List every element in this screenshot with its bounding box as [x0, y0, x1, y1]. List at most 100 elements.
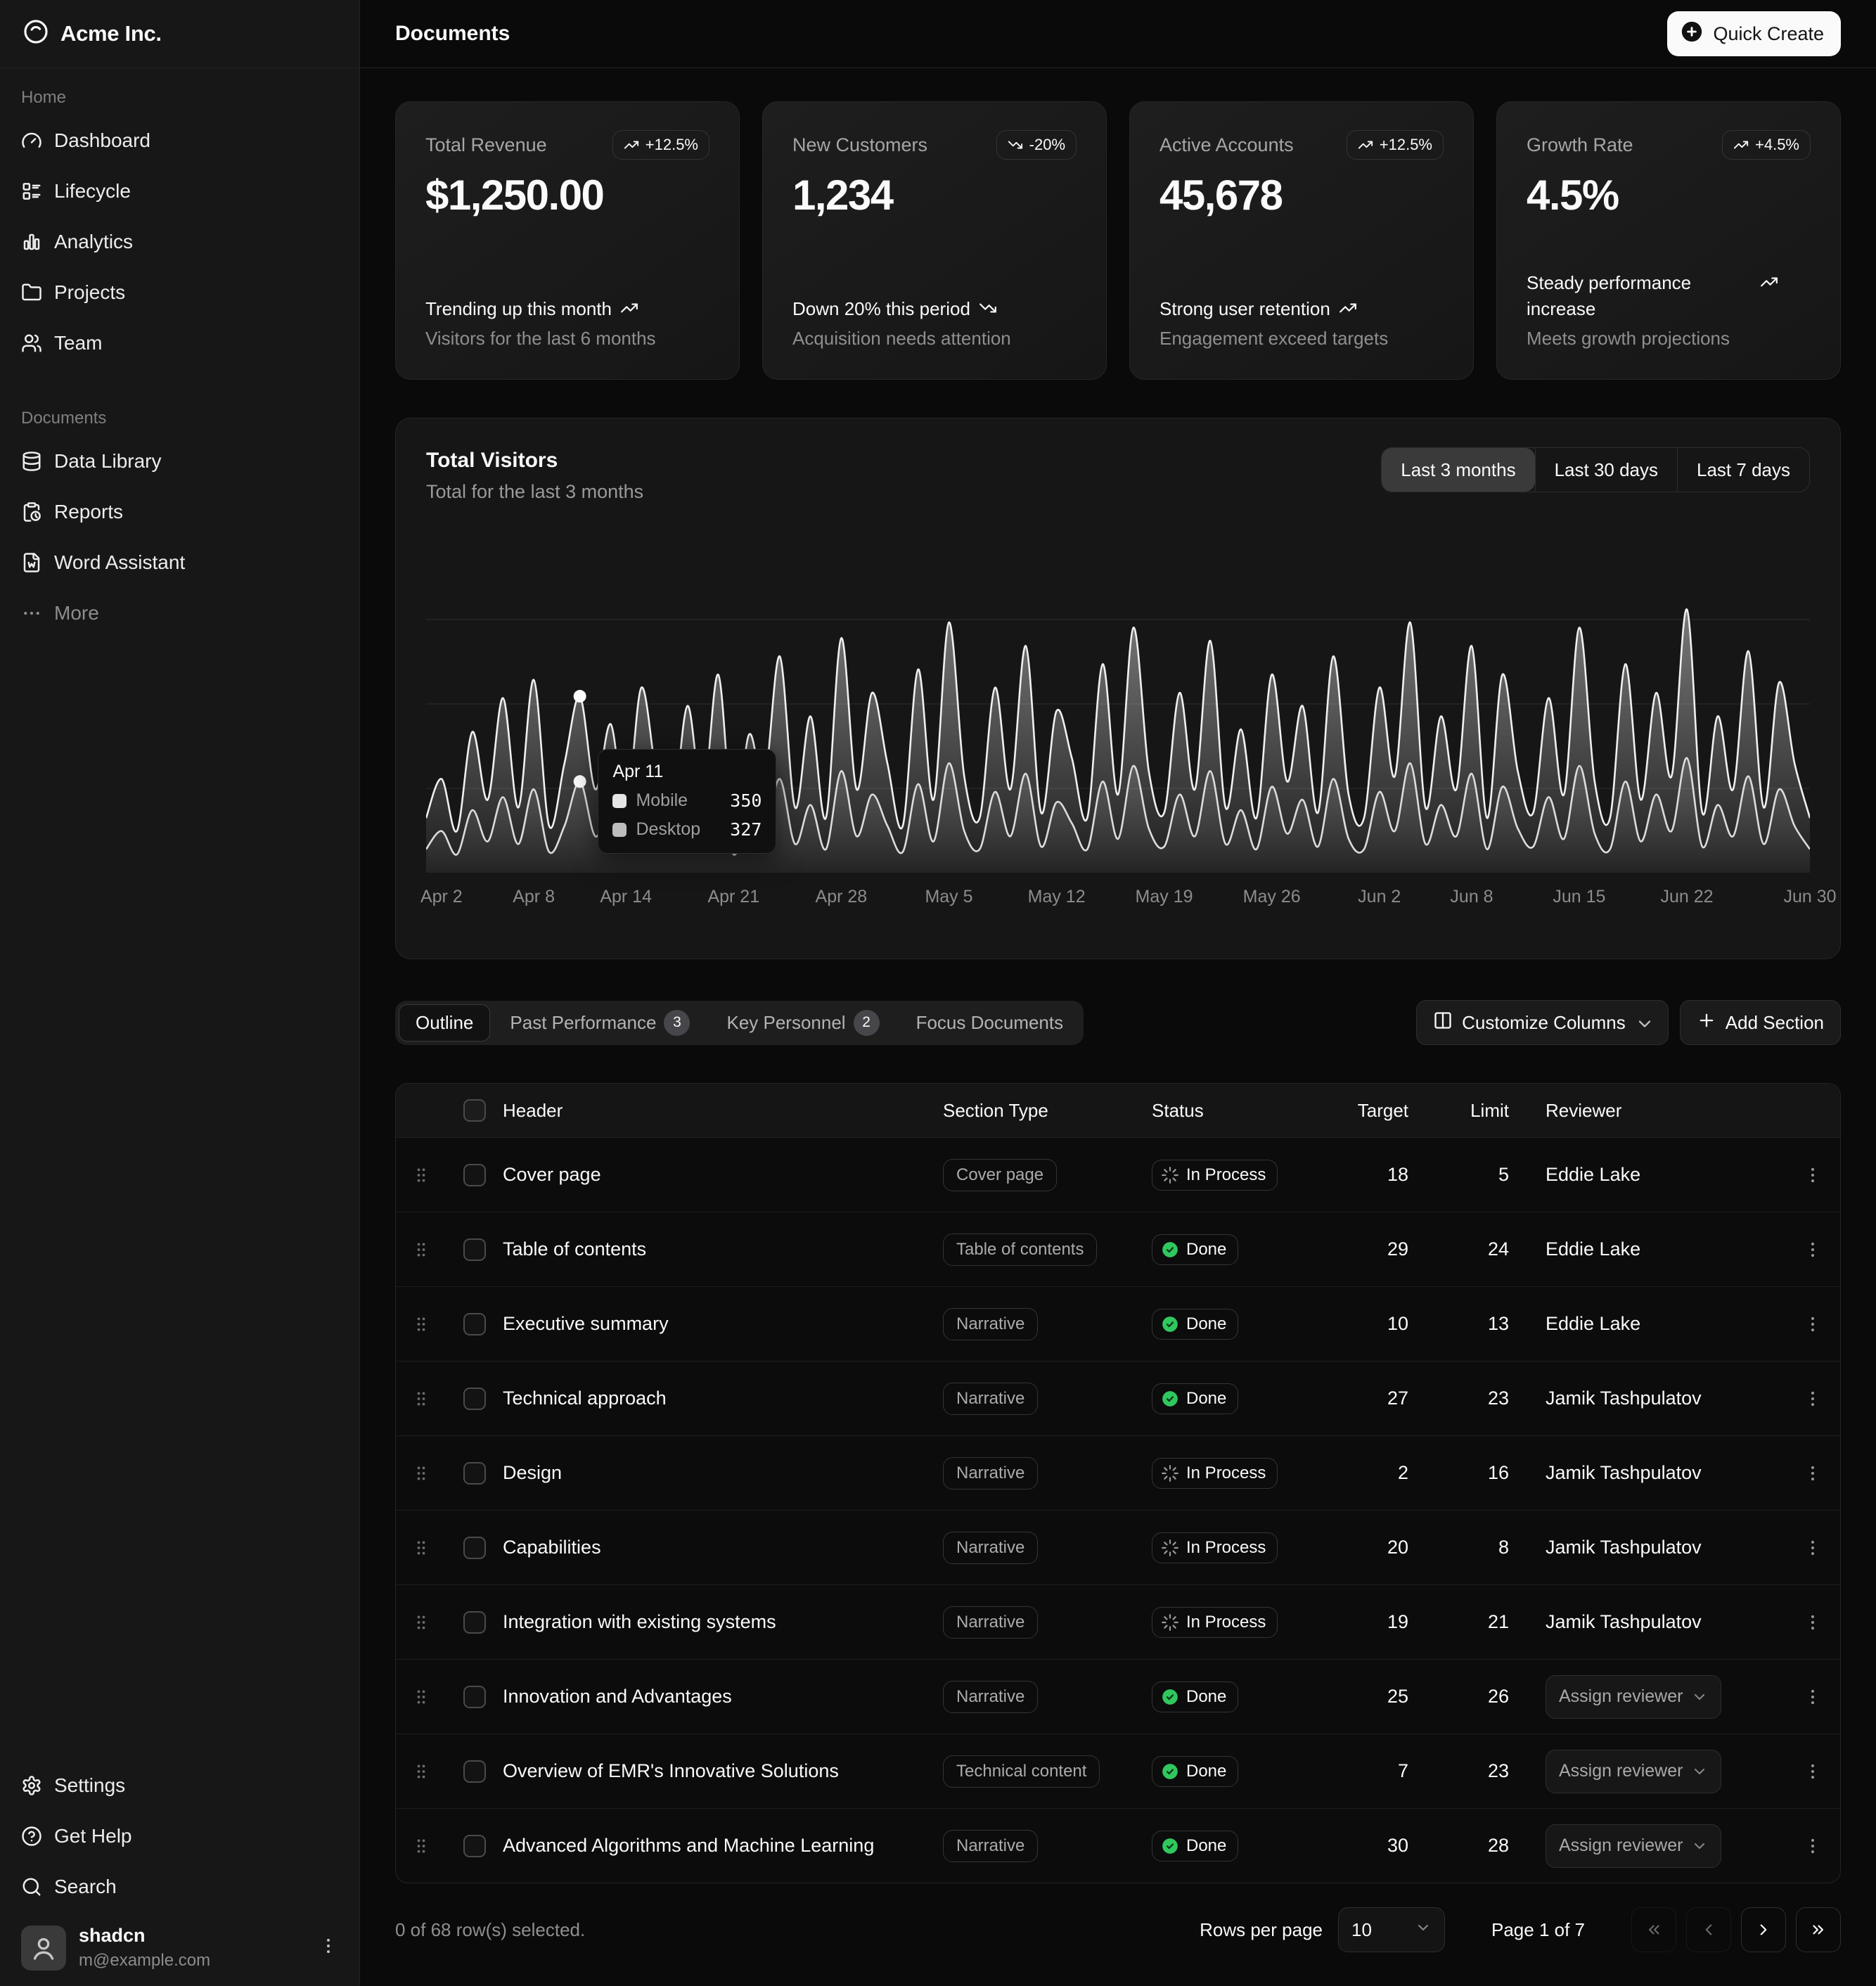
drag-handle[interactable] [411, 1836, 431, 1856]
row-actions-button[interactable] [1803, 1165, 1823, 1185]
rows-per-page-select[interactable]: 10 [1338, 1907, 1445, 1952]
chevron-right-icon [1754, 1921, 1773, 1939]
sidebar-brand[interactable]: Acme Inc. [0, 0, 359, 68]
add-section-button[interactable]: Add Section [1680, 1000, 1841, 1045]
drag-handle[interactable] [411, 1613, 431, 1632]
row-checkbox[interactable] [463, 1388, 486, 1410]
ellipsis-v-icon [1803, 1314, 1823, 1334]
sidebar-item-data-library[interactable]: Data Library [11, 441, 348, 482]
sidebar-item-word-assistant[interactable]: Word Assistant [11, 542, 348, 583]
sidebar-item-label: Search [54, 1876, 117, 1898]
row-actions-button[interactable] [1803, 1762, 1823, 1781]
file-w-icon [21, 552, 42, 573]
section-type-badge: Narrative [943, 1681, 1038, 1713]
row-checkbox[interactable] [463, 1537, 486, 1559]
tab-key-personnel[interactable]: Key Personnel2 [709, 1004, 896, 1042]
row-checkbox[interactable] [463, 1313, 486, 1335]
first-page-button[interactable] [1631, 1907, 1676, 1952]
row-checkbox[interactable] [463, 1686, 486, 1708]
chevron-down-icon [1691, 1689, 1708, 1705]
row-checkbox[interactable] [463, 1238, 486, 1261]
user-menu[interactable]: shadcn m@example.com [11, 1917, 348, 1975]
row-header-cell[interactable]: Design [503, 1462, 943, 1484]
tab-outline[interactable]: Outline [399, 1004, 490, 1042]
drag-handle[interactable] [411, 1538, 431, 1558]
row-actions-button[interactable] [1803, 1836, 1823, 1856]
drag-handle[interactable] [411, 1389, 431, 1409]
range-last-30-days[interactable]: Last 30 days [1535, 448, 1677, 492]
assign-reviewer-select[interactable]: Assign reviewer [1546, 1675, 1721, 1719]
row-checkbox[interactable] [463, 1611, 486, 1634]
row-header-cell[interactable]: Innovation and Advantages [503, 1686, 943, 1708]
sidebar-item-lifecycle[interactable]: Lifecycle [11, 171, 348, 212]
row-actions-button[interactable] [1803, 1240, 1823, 1260]
drag-handle[interactable] [411, 1240, 431, 1260]
limit-cell: 26 [1488, 1686, 1546, 1708]
last-page-button[interactable] [1796, 1907, 1841, 1952]
row-header-cell[interactable]: Integration with existing systems [503, 1611, 943, 1633]
trend-badge: +12.5% [1347, 130, 1444, 160]
brand-name: Acme Inc. [60, 21, 162, 46]
sidebar-item-more[interactable]: More [11, 593, 348, 634]
tab-focus-documents[interactable]: Focus Documents [899, 1004, 1081, 1042]
sidebar-item-analytics[interactable]: Analytics [11, 222, 348, 262]
series-swatch [612, 823, 627, 837]
previous-page-button[interactable] [1686, 1907, 1731, 1952]
ellipsis-v-icon [1803, 1240, 1823, 1260]
next-page-button[interactable] [1741, 1907, 1786, 1952]
sidebar: Acme Inc. Home Dashboard Lifecycle Analytic… [0, 0, 360, 1986]
sidebar-item-dashboard[interactable]: Dashboard [11, 120, 348, 161]
stat-card-footer-title: Steady performance increase [1527, 270, 1752, 321]
row-actions-button[interactable] [1803, 1687, 1823, 1707]
assign-reviewer-select[interactable]: Assign reviewer [1546, 1750, 1721, 1793]
target-cell: 25 [1387, 1686, 1437, 1708]
sidebar-item-get-help[interactable]: Get Help [11, 1816, 348, 1857]
row-checkbox[interactable] [463, 1462, 486, 1485]
column-header-header: Header [503, 1100, 943, 1122]
row-header-cell[interactable]: Table of contents [503, 1238, 943, 1260]
drag-handle[interactable] [411, 1165, 431, 1185]
row-actions-button[interactable] [1803, 1389, 1823, 1409]
row-checkbox[interactable] [463, 1164, 486, 1186]
row-header-cell[interactable]: Overview of EMR's Innovative Solutions [503, 1760, 943, 1782]
row-header-cell[interactable]: Cover page [503, 1164, 943, 1186]
row-header-cell[interactable]: Advanced Algorithms and Machine Learning [503, 1835, 943, 1857]
row-actions-button[interactable] [1803, 1463, 1823, 1483]
sidebar-item-team[interactable]: Team [11, 323, 348, 364]
row-header-cell[interactable]: Capabilities [503, 1537, 943, 1558]
table-row: Executive summaryNarrativeDone1013Eddie … [396, 1286, 1840, 1361]
sidebar-section-label-home: Home [11, 88, 348, 108]
range-last-7-days[interactable]: Last 7 days [1677, 448, 1809, 492]
customize-columns-button[interactable]: Customize Columns [1416, 1000, 1669, 1045]
row-header-cell[interactable]: Executive summary [503, 1313, 943, 1335]
tab-past-performance[interactable]: Past Performance3 [493, 1004, 707, 1042]
grip-vertical-icon [411, 1314, 431, 1334]
plus-circle-filled-icon [1680, 20, 1704, 44]
reviewer-name: Jamik Tashpulatov [1546, 1388, 1702, 1409]
sidebar-item-settings[interactable]: Settings [11, 1765, 348, 1806]
drag-handle[interactable] [411, 1314, 431, 1334]
range-last-3-months[interactable]: Last 3 months [1382, 448, 1534, 492]
row-header-cell[interactable]: Technical approach [503, 1388, 943, 1409]
series-swatch [612, 794, 627, 808]
row-actions-button[interactable] [1803, 1314, 1823, 1334]
row-actions-button[interactable] [1803, 1538, 1823, 1558]
assign-reviewer-select[interactable]: Assign reviewer [1546, 1824, 1721, 1868]
select-all-checkbox[interactable] [463, 1099, 486, 1122]
row-actions-button[interactable] [1803, 1613, 1823, 1632]
drag-handle[interactable] [411, 1687, 431, 1707]
sidebar-item-projects[interactable]: Projects [11, 272, 348, 313]
ellipsis-v-icon [1803, 1836, 1823, 1856]
quick-create-button[interactable]: Quick Create [1667, 11, 1841, 56]
drag-handle[interactable] [411, 1762, 431, 1781]
status-badge: In Process [1152, 1607, 1278, 1638]
stat-card-footer-desc: Meets growth projections [1527, 328, 1811, 350]
row-checkbox[interactable] [463, 1835, 486, 1857]
chevrons-left-icon [1645, 1921, 1663, 1939]
search-icon [21, 1876, 42, 1897]
sidebar-item-reports[interactable]: Reports [11, 492, 348, 532]
drag-handle[interactable] [411, 1463, 431, 1483]
row-checkbox[interactable] [463, 1760, 486, 1783]
sidebar-item-search[interactable]: Search [11, 1866, 348, 1907]
user-more-button[interactable] [319, 1936, 338, 1961]
